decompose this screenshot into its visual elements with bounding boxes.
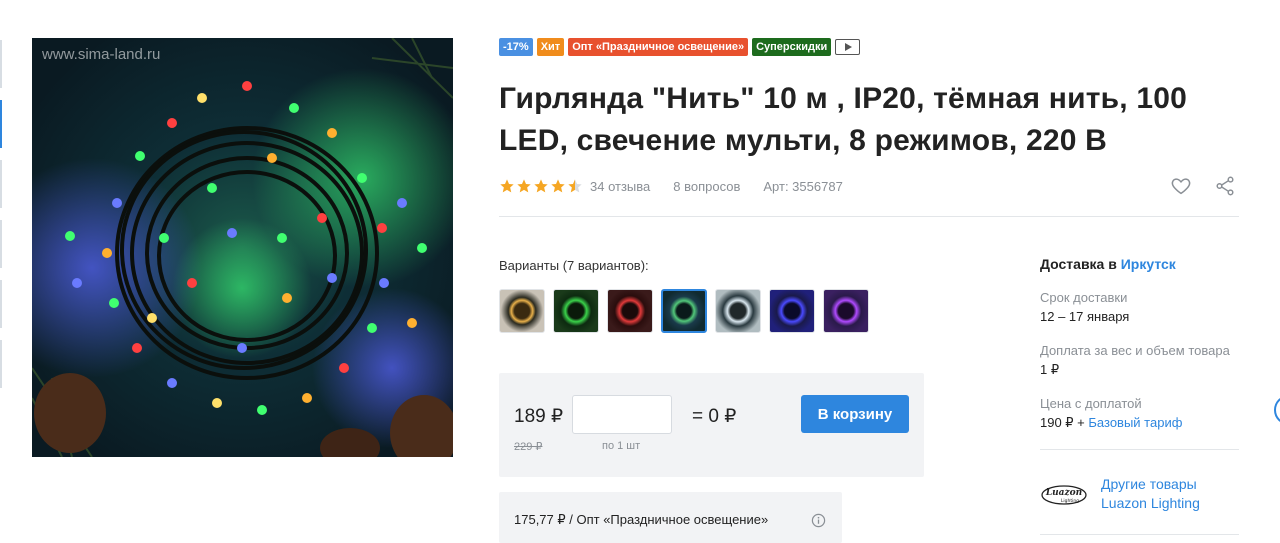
reviews-link[interactable]: 34 отзыва xyxy=(590,179,650,194)
brand-products-link[interactable]: Другие товары Luazon Lighting xyxy=(1101,475,1246,513)
video-button[interactable] xyxy=(835,39,861,55)
delivery-term-value: 12 – 17 января xyxy=(1040,309,1130,324)
buy-box: 189 ₽ 229 ₽ по 1 шт = 0 ₽ В корзину xyxy=(499,373,924,477)
price: 189 ₽ xyxy=(514,406,564,427)
delivery-title-prefix: Доставка в xyxy=(1040,256,1121,272)
product-page: www.sima-land.ru -17% Хит Опт «Праздничн… xyxy=(0,0,1280,543)
product-photo[interactable]: www.sima-land.ru xyxy=(32,38,453,457)
star-icon xyxy=(551,179,565,193)
add-to-cart-button[interactable]: В корзину xyxy=(801,395,909,433)
delivery-city-link[interactable]: Иркутск xyxy=(1121,256,1176,272)
thumbnail-edge[interactable] xyxy=(0,280,2,328)
product-title: Гирлянда "Нить" 10 м , IP20, тёмная нить… xyxy=(499,82,1187,157)
tariff-link[interactable]: Базовый тариф xyxy=(1088,415,1182,430)
variant-multi[interactable] xyxy=(661,289,707,333)
divider xyxy=(1040,449,1239,450)
heart-icon[interactable] xyxy=(1170,175,1192,197)
thumbnail-edge-active[interactable] xyxy=(0,100,2,148)
divider xyxy=(1040,534,1239,535)
wholesale-price: 175,77 ₽ / Опт «Праздничное освещение» xyxy=(514,512,769,527)
hit-badge: Хит xyxy=(536,38,565,56)
brand-logo-subtext: Lighting xyxy=(1061,498,1079,504)
variant-white-multi[interactable] xyxy=(715,289,761,333)
old-price: 229 ₽ xyxy=(514,441,543,453)
wholesale-badge[interactable]: Опт «Праздничное освещение» xyxy=(568,38,749,56)
thumbnail-edge[interactable] xyxy=(0,40,2,88)
superdiscount-badge[interactable]: Суперскидки xyxy=(752,38,832,56)
wholesale-box: 175,77 ₽ / Опт «Праздничное освещение» xyxy=(499,492,842,543)
divider xyxy=(499,216,1239,217)
delivery-term-label: Срок доставки xyxy=(1040,290,1128,305)
variant-green[interactable] xyxy=(553,289,599,333)
quantity-hint: по 1 шт xyxy=(602,440,641,452)
thumbnail-edge[interactable] xyxy=(0,220,2,268)
sku-label: Арт: 3556787 xyxy=(763,178,843,194)
variant-purple[interactable] xyxy=(823,289,869,333)
price-with-surcharge-label: Цена с доплатой xyxy=(1040,396,1142,411)
surcharge-label: Доплата за вес и объем товара xyxy=(1040,343,1230,358)
star-icon xyxy=(534,179,548,193)
price-with-surcharge: 190 ₽ + Базовый тариф xyxy=(1040,415,1182,431)
half-star-icon xyxy=(568,179,582,193)
questions-link[interactable]: 8 вопросов xyxy=(673,179,740,194)
rating-stars[interactable] xyxy=(499,178,583,194)
photo-watermark: www.sima-land.ru xyxy=(42,46,161,63)
chat-button[interactable] xyxy=(1274,395,1280,425)
delivery-title: Доставка в Иркутск xyxy=(1040,256,1240,272)
price-with-surcharge-value: 190 ₽ + xyxy=(1040,415,1089,430)
variant-blue[interactable] xyxy=(769,289,815,333)
thumbnail-edge[interactable] xyxy=(0,160,2,208)
variant-list xyxy=(499,289,869,333)
variant-warm-white[interactable] xyxy=(499,289,545,333)
delivery-panel: Доставка в Иркутск Срок доставки 12 – 17… xyxy=(1040,256,1240,430)
product-actions xyxy=(1170,175,1236,197)
thumbnail-edge[interactable] xyxy=(0,340,2,388)
share-icon[interactable] xyxy=(1214,175,1236,197)
discount-badge: -17% xyxy=(499,38,533,56)
total-price: = 0 ₽ xyxy=(692,406,737,427)
variants-label: Варианты (7 вариантов): xyxy=(499,258,649,273)
brand-logo[interactable]: Luazon Lighting xyxy=(1040,484,1088,506)
surcharge-value: 1 ₽ xyxy=(1040,362,1060,377)
product-meta: 34 отзыва 8 вопросов Арт: 3556787 xyxy=(499,178,843,194)
quantity-input[interactable] xyxy=(572,395,672,434)
star-icon xyxy=(500,179,514,193)
info-icon[interactable] xyxy=(811,513,826,528)
variant-red[interactable] xyxy=(607,289,653,333)
badge-row: -17% Хит Опт «Праздничное освещение» Суп… xyxy=(499,38,861,56)
play-icon xyxy=(844,43,852,51)
brand-logo-text: Luazon xyxy=(1045,488,1082,498)
star-icon xyxy=(517,179,531,193)
